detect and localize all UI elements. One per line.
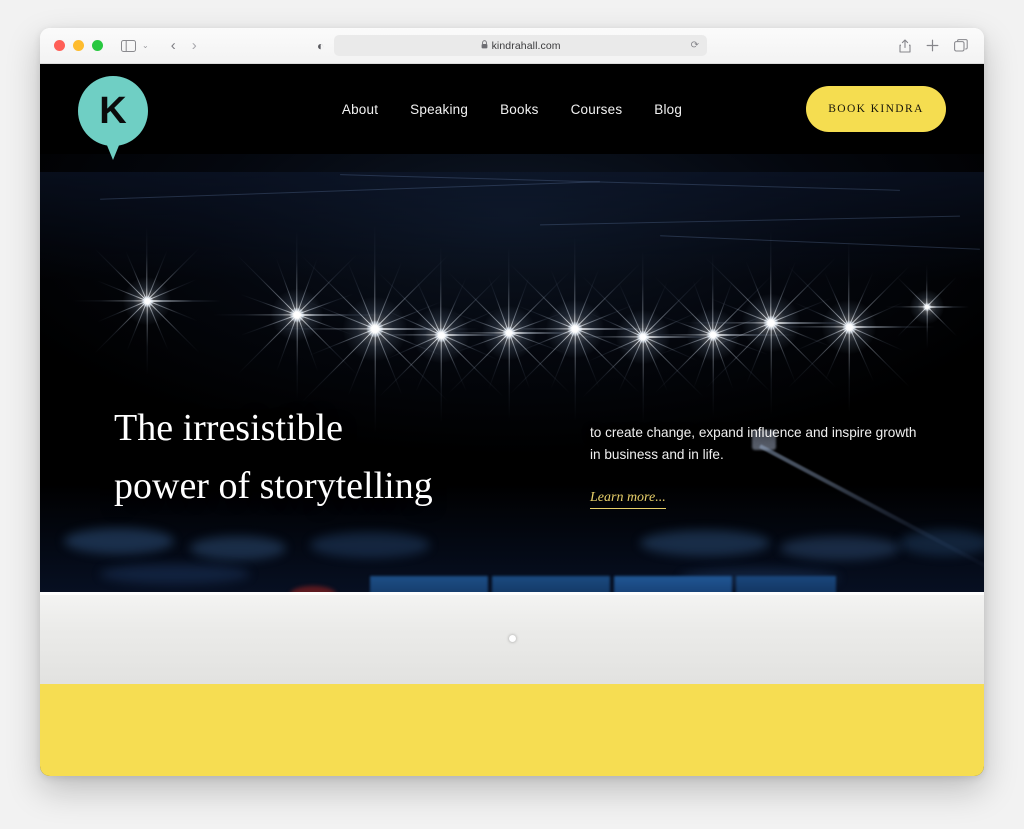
logo-letter: K: [99, 90, 127, 132]
minimize-window-button[interactable]: [73, 40, 84, 51]
carousel-dot[interactable]: [508, 635, 516, 642]
maximize-window-button[interactable]: [92, 40, 103, 51]
browser-toolbar: ⌄ ‹ › ◐ kindrahall.com ⟳: [40, 28, 984, 64]
hero-headline: The irresistible power of storytelling: [114, 400, 514, 516]
address-bar[interactable]: kindrahall.com ⟳: [334, 35, 707, 56]
window-controls: [54, 40, 103, 51]
sidebar-toggle-icon[interactable]: [121, 39, 136, 52]
toolbar-left-group: ⌄ ‹ ›: [121, 37, 197, 54]
page-viewport: The irresistible power of storytelling t…: [40, 64, 984, 776]
chevron-down-icon[interactable]: ⌄: [142, 41, 149, 50]
book-kindra-button[interactable]: BOOK KINDRA: [806, 86, 946, 132]
hero-headline-line-1: The irresistible: [114, 407, 343, 449]
new-tab-icon[interactable]: [926, 39, 939, 52]
nav-item-blog[interactable]: Blog: [654, 102, 682, 117]
navigation-arrows: ‹ ›: [171, 37, 197, 54]
address-bar-area: ◐ kindrahall.com ⟳: [317, 35, 707, 56]
lock-icon: [481, 40, 488, 51]
toolbar-right-group: [899, 38, 968, 53]
nav-item-courses[interactable]: Courses: [571, 102, 623, 117]
forward-button[interactable]: ›: [192, 37, 197, 54]
nav-item-books[interactable]: Books: [500, 102, 539, 117]
hero-headline-line-2: power of storytelling: [114, 464, 433, 507]
back-button[interactable]: ‹: [171, 37, 176, 54]
nav-item-speaking[interactable]: Speaking: [410, 102, 468, 117]
hero-sub-block: to create change, expand influence and i…: [590, 422, 920, 510]
tab-overview-icon[interactable]: [954, 39, 968, 52]
url-text: kindrahall.com: [491, 39, 561, 52]
url-display: kindrahall.com: [481, 40, 561, 52]
site-header: K About Speaking Books Courses Blog BOOK…: [40, 64, 984, 160]
share-icon[interactable]: [899, 38, 911, 53]
nav-item-about[interactable]: About: [342, 102, 378, 117]
hero-subtext: to create change, expand influence and i…: [590, 425, 917, 463]
book-kindra-label: BOOK KINDRA: [828, 103, 924, 115]
privacy-report-icon[interactable]: ◐: [317, 39, 324, 53]
reload-icon[interactable]: ⟳: [691, 40, 699, 51]
browser-window: ⌄ ‹ › ◐ kindrahall.com ⟳ The irresistibl…: [40, 28, 984, 776]
close-window-button[interactable]: [54, 40, 65, 51]
hero-carousel-indicators: [40, 635, 984, 642]
hero-text-overlay: The irresistible power of storytelling t…: [40, 64, 984, 776]
learn-more-link[interactable]: Learn more...: [590, 490, 666, 510]
